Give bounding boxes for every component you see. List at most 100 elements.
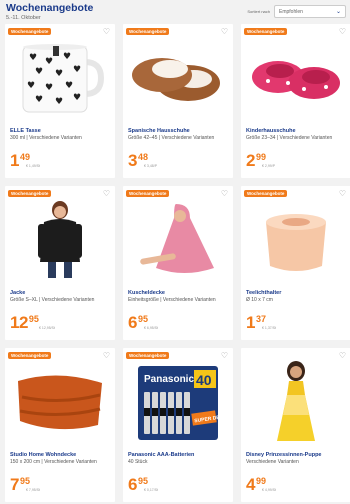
offer-badge: Wochenangebote xyxy=(126,28,170,35)
blanket-icon xyxy=(18,375,102,430)
sort-label: Sortiert nach xyxy=(247,9,270,14)
offer-badge: Wochenangebote xyxy=(126,352,170,359)
unit-price: € 1,49/St xyxy=(26,164,41,168)
price-integer: 1 xyxy=(246,313,255,332)
product-card[interactable]: ♡ Disney Prinzessinnen-Puppe Verschieden… xyxy=(241,348,350,502)
product-image xyxy=(5,362,115,442)
svg-text:♥: ♥ xyxy=(35,67,43,77)
wishlist-heart-icon[interactable]: ♡ xyxy=(103,27,110,36)
product-name: Teelichthalter xyxy=(246,290,282,296)
battery-pack-icon: Panasonic 40 SUPER DEAL xyxy=(138,366,226,440)
price-integer: 1 xyxy=(10,151,19,170)
product-name: Jacke xyxy=(10,290,26,296)
jacket-icon xyxy=(38,201,82,278)
product-desc: Verschiedene Varianten xyxy=(246,459,299,465)
product-name: Disney Prinzessinnen-Puppe xyxy=(246,452,322,458)
unit-price: € 7,95/St xyxy=(26,488,41,492)
sort-select[interactable]: Empfohlen ⌄ xyxy=(274,5,346,18)
product-card[interactable]: Wochenangebote ♡ Kinderhausschuhe Größe … xyxy=(241,24,350,178)
unit-price: € 0,17/St xyxy=(144,488,159,492)
svg-text:♥: ♥ xyxy=(55,97,63,107)
product-name: Studio Home Wohndecke xyxy=(10,452,77,458)
price-decimal: 95 xyxy=(137,476,148,486)
wishlist-heart-icon[interactable]: ♡ xyxy=(221,351,228,360)
product-name: Kuscheldecke xyxy=(128,290,165,296)
product-image xyxy=(123,200,233,280)
product-image xyxy=(241,361,350,442)
price-decimal: 95 xyxy=(19,476,30,486)
offer-badge: Wochenangebote xyxy=(8,28,52,35)
product-card[interactable]: Wochenangebote ♡ Panasonic 40 SUPER DEAL… xyxy=(123,348,233,502)
product-image xyxy=(123,38,233,118)
mug-icon: ♥ ♥ ♥ ♥ ♥ ♥ ♥ ♥ ♥ ♥ ♥ ♥ xyxy=(22,44,105,113)
wishlist-heart-icon[interactable]: ♡ xyxy=(103,351,110,360)
svg-text:♥: ♥ xyxy=(29,53,37,63)
product-image xyxy=(241,38,350,118)
product-desc: 40 Stück xyxy=(128,459,148,465)
product-grid: Wochenangebote ♡ ♥ ♥ ♥ ♥ ♥ ♥ ♥ ♥ ♥ ♥ ♥ ♥ ELLE Ta… xyxy=(5,24,350,502)
svg-text:♥: ♥ xyxy=(45,83,53,93)
product-image: Panasonic 40 SUPER DEAL xyxy=(123,362,233,442)
product-desc: Einheitsgröße | Verschiedene Varianten xyxy=(128,297,216,303)
product-image: ♥ ♥ ♥ ♥ ♥ ♥ ♥ ♥ ♥ ♥ ♥ ♥ xyxy=(5,38,115,118)
product-desc: Größe 23–34 | Verschiedene Varianten xyxy=(246,135,333,141)
product-name: Panasonic AAA-Batterien xyxy=(128,452,195,458)
svg-text:♥: ♥ xyxy=(55,69,63,79)
price-decimal: 99 xyxy=(255,152,266,162)
unit-price: € 12,95/St xyxy=(39,326,55,330)
offer-badge: Wochenangebote xyxy=(244,190,288,197)
price-decimal: 37 xyxy=(255,314,266,324)
product-card[interactable]: Wochenangebote ♡ Jacke Größe S–XL | Vers… xyxy=(5,186,115,340)
price-integer: 4 xyxy=(246,475,255,494)
offer-badge: Wochenangebote xyxy=(126,190,170,197)
price-integer: 3 xyxy=(128,151,137,170)
offer-badge: Wochenangebote xyxy=(244,28,288,35)
product-name: Spanische Hausschuhe xyxy=(128,128,190,134)
unit-price: € 1,37/St xyxy=(262,326,277,330)
wishlist-heart-icon[interactable]: ♡ xyxy=(221,27,228,36)
svg-text:♥: ♥ xyxy=(45,57,53,67)
product-desc: 300 ml | Verschiedene Varianten xyxy=(10,135,82,141)
wishlist-heart-icon[interactable]: ♡ xyxy=(339,189,346,198)
battery-brand: Panasonic xyxy=(144,374,194,385)
unit-price: € 6,95/St xyxy=(144,326,159,330)
unit-price: € 3,48/P xyxy=(144,164,158,168)
product-desc: 150 x 200 cm | Verschiedene Varianten xyxy=(10,459,97,465)
offer-badge: Wochenangebote xyxy=(8,352,52,359)
price-integer: 12 xyxy=(10,313,28,332)
product-card[interactable]: Wochenangebote ♡ Spanische Hausschuhe Gr… xyxy=(123,24,233,178)
wishlist-heart-icon[interactable]: ♡ xyxy=(339,27,346,36)
product-card[interactable]: Wochenangebote ♡ Teelichthalter Ø 10 x 7… xyxy=(241,186,350,340)
unit-price: € 4,99/St xyxy=(262,488,277,492)
price-decimal: 48 xyxy=(137,152,148,162)
product-name: Kinderhausschuhe xyxy=(246,128,296,134)
product-name: ELLE Tasse xyxy=(10,128,41,134)
price-decimal: 95 xyxy=(28,314,39,324)
wishlist-heart-icon[interactable]: ♡ xyxy=(221,189,228,198)
svg-text:♥: ♥ xyxy=(73,65,81,75)
kids-slippers-icon xyxy=(252,61,340,99)
product-desc: Größe 42–45 | Verschiedene Varianten xyxy=(128,135,215,141)
product-price: 12 95 xyxy=(10,314,39,331)
price-decimal: 99 xyxy=(255,476,266,486)
offer-badge: Wochenangebote xyxy=(8,190,52,197)
salt-candle-holder-icon xyxy=(266,214,326,271)
price-decimal: 95 xyxy=(137,314,148,324)
svg-text:♥: ♥ xyxy=(35,95,43,105)
chevron-down-icon: ⌄ xyxy=(335,9,341,15)
price-integer: 6 xyxy=(128,313,137,332)
price-decimal: 49 xyxy=(19,152,30,162)
sort-value: Empfohlen xyxy=(279,9,303,15)
wishlist-heart-icon[interactable]: ♡ xyxy=(339,351,346,360)
wishlist-heart-icon[interactable]: ♡ xyxy=(103,189,110,198)
product-desc: Größe S–XL | Verschiedene Varianten xyxy=(10,297,95,303)
product-card[interactable]: Wochenangebote ♡ ♥ ♥ ♥ ♥ ♥ ♥ ♥ ♥ ♥ ♥ ♥ ♥ ELLE Ta… xyxy=(5,24,115,178)
product-card[interactable]: Wochenangebote ♡ Studio Home Wohndecke 1… xyxy=(5,348,115,502)
price-integer: 2 xyxy=(246,151,255,170)
product-image xyxy=(5,200,115,280)
sort-control: Sortiert nach Empfohlen ⌄ xyxy=(247,5,346,18)
price-integer: 7 xyxy=(10,475,19,494)
product-card[interactable]: Wochenangebote ♡ Kuscheldecke Einheitsgr… xyxy=(123,186,233,340)
svg-text:♥: ♥ xyxy=(27,81,35,91)
price-integer: 6 xyxy=(128,475,137,494)
